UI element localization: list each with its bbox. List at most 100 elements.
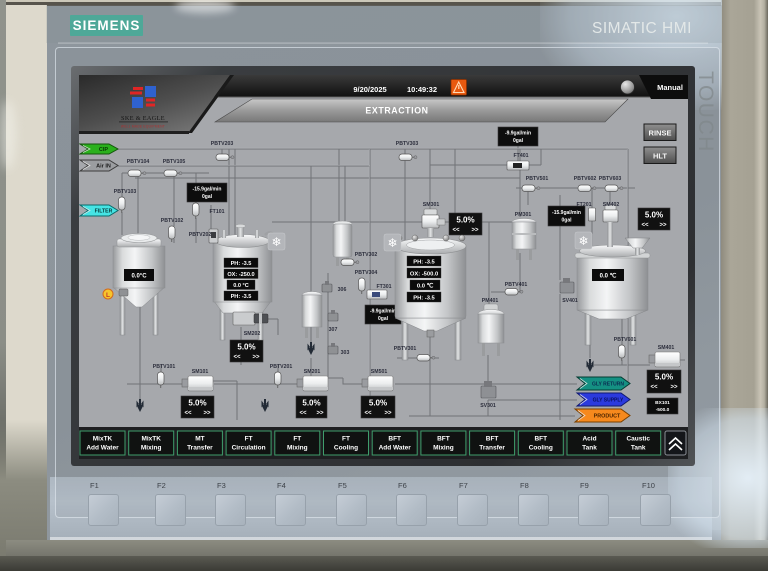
svg-text:<<: << [650, 385, 658, 391]
svg-text:SM202: SM202 [244, 331, 261, 337]
svg-text:Cooling: Cooling [529, 445, 553, 452]
svg-text:Transfer: Transfer [187, 445, 213, 452]
svg-text:0.0 ℃: 0.0 ℃ [417, 282, 434, 289]
svg-text:PBTV302: PBTV302 [355, 252, 378, 258]
svg-text:SM401: SM401 [658, 345, 675, 351]
svg-text:BFT: BFT [486, 436, 499, 443]
svg-text:SM101: SM101 [192, 369, 209, 375]
svg-text:HLT: HLT [653, 152, 667, 161]
svg-text:<<: << [641, 223, 649, 229]
svg-text:0gal: 0gal [513, 138, 524, 144]
svg-text:FT: FT [342, 436, 350, 443]
svg-text:Mixing: Mixing [141, 445, 162, 452]
svg-text:SM402: SM402 [603, 202, 620, 208]
svg-text:GLY SUPPLY: GLY SUPPLY [593, 398, 624, 404]
svg-text:PBTV203: PBTV203 [211, 141, 234, 147]
svg-text:>>: >> [670, 385, 678, 391]
svg-text:OX: -250.0: OX: -250.0 [227, 272, 254, 278]
svg-text:❄: ❄ [387, 236, 397, 250]
svg-text:Transfer: Transfer [479, 445, 505, 452]
svg-text:0.0 °C: 0.0 °C [233, 283, 249, 289]
svg-text:PBTV501: PBTV501 [526, 176, 549, 182]
svg-text:Add Water: Add Water [379, 445, 412, 452]
svg-text:<<: << [452, 228, 460, 234]
svg-text:0gal: 0gal [202, 194, 213, 200]
svg-text:L: L [106, 292, 110, 299]
svg-text:PH: -3.5: PH: -3.5 [231, 261, 252, 267]
svg-text:Mixing: Mixing [433, 445, 454, 452]
svg-text:BX101: BX101 [655, 400, 670, 406]
svg-text:Acid: Acid [582, 436, 596, 443]
svg-text:PBTV602: PBTV602 [574, 176, 597, 182]
svg-text:-9.9gal/min: -9.9gal/min [505, 131, 531, 137]
svg-text:>>: >> [471, 228, 479, 234]
svg-text:MT: MT [195, 436, 204, 443]
svg-text:FT: FT [245, 436, 253, 443]
svg-text:MixTK: MixTK [141, 436, 161, 443]
svg-text:0gal: 0gal [378, 316, 389, 322]
svg-text:>>: >> [384, 411, 392, 417]
svg-text:<<: << [184, 411, 192, 417]
svg-text:<<: << [233, 355, 241, 361]
svg-text:CIP: CIP [99, 147, 109, 153]
svg-text:PBTV104: PBTV104 [127, 159, 150, 165]
svg-text:SM201: SM201 [304, 369, 321, 375]
svg-text:PBTV101: PBTV101 [153, 364, 176, 370]
svg-text:SKE & EAGLE: SKE & EAGLE [121, 115, 165, 122]
svg-text:>>: >> [659, 223, 667, 229]
svg-text:OX: -500.0: OX: -500.0 [410, 271, 438, 277]
svg-text:SV401: SV401 [562, 298, 578, 304]
svg-text:PBTV103: PBTV103 [114, 189, 137, 195]
svg-text:-9.9gal/min: -9.9gal/min [370, 309, 396, 315]
svg-text:Caustic: Caustic [626, 436, 650, 443]
svg-text:5.0%: 5.0% [645, 211, 663, 220]
svg-text:PBTV603: PBTV603 [599, 176, 622, 182]
svg-text:0.0 ℃: 0.0 ℃ [600, 273, 617, 280]
svg-text:FT201: FT201 [577, 202, 592, 208]
svg-text:BFT: BFT [388, 436, 401, 443]
svg-text:-15.9gal/min: -15.9gal/min [193, 187, 222, 193]
svg-text:<<: << [299, 411, 307, 417]
svg-text:Manual: Manual [657, 83, 683, 92]
svg-text:PBTV201: PBTV201 [270, 364, 293, 370]
svg-text:PM401: PM401 [482, 298, 499, 304]
svg-text:306: 306 [338, 287, 347, 293]
svg-text:PBTV304: PBTV304 [355, 270, 378, 276]
svg-text:9/20/2025: 9/20/2025 [353, 85, 386, 94]
svg-text:5.0%: 5.0% [302, 399, 320, 408]
svg-text:PRODUCT: PRODUCT [594, 414, 621, 420]
svg-text:SM301: SM301 [423, 202, 440, 208]
svg-text:Circulation: Circulation [232, 445, 266, 452]
svg-text:>>: >> [252, 355, 260, 361]
svg-text:SV301: SV301 [480, 403, 496, 409]
svg-text:<<: << [364, 411, 372, 417]
svg-text:FT101: FT101 [210, 209, 225, 215]
svg-text:EXTRACTION: EXTRACTION [365, 106, 428, 116]
svg-text:PBTV301: PBTV301 [394, 346, 417, 352]
svg-text:PBTV401: PBTV401 [505, 282, 528, 288]
svg-text:PH: -3.5: PH: -3.5 [231, 294, 252, 300]
svg-text:❄: ❄ [578, 234, 588, 248]
svg-text:FT301: FT301 [377, 284, 392, 290]
svg-text:-500.0: -500.0 [656, 407, 670, 413]
svg-text:BFT: BFT [437, 436, 450, 443]
svg-text:Add Water: Add Water [86, 445, 119, 452]
svg-text:5.0%: 5.0% [237, 343, 255, 352]
svg-text:307: 307 [329, 327, 338, 333]
svg-text:Tank: Tank [582, 445, 597, 452]
svg-text:WELL MADE EQUIPMENT: WELL MADE EQUIPMENT [121, 125, 165, 129]
svg-text:Air IN: Air IN [96, 164, 111, 170]
svg-text:5.0%: 5.0% [456, 216, 474, 225]
svg-text:PH: -3.5: PH: -3.5 [413, 295, 435, 301]
svg-text:SM501: SM501 [371, 369, 388, 375]
svg-text:>>: >> [203, 411, 211, 417]
svg-text:>>: >> [316, 411, 324, 417]
svg-text:Tank: Tank [631, 445, 646, 452]
svg-text:10:49:32: 10:49:32 [407, 85, 437, 94]
svg-text:Mixing: Mixing [287, 445, 308, 452]
svg-text:Cooling: Cooling [334, 445, 358, 452]
svg-text:0.0°C: 0.0°C [131, 274, 147, 280]
svg-text:PBTV303: PBTV303 [396, 141, 419, 147]
svg-text:FT: FT [293, 436, 301, 443]
svg-text:5.0%: 5.0% [188, 399, 206, 408]
